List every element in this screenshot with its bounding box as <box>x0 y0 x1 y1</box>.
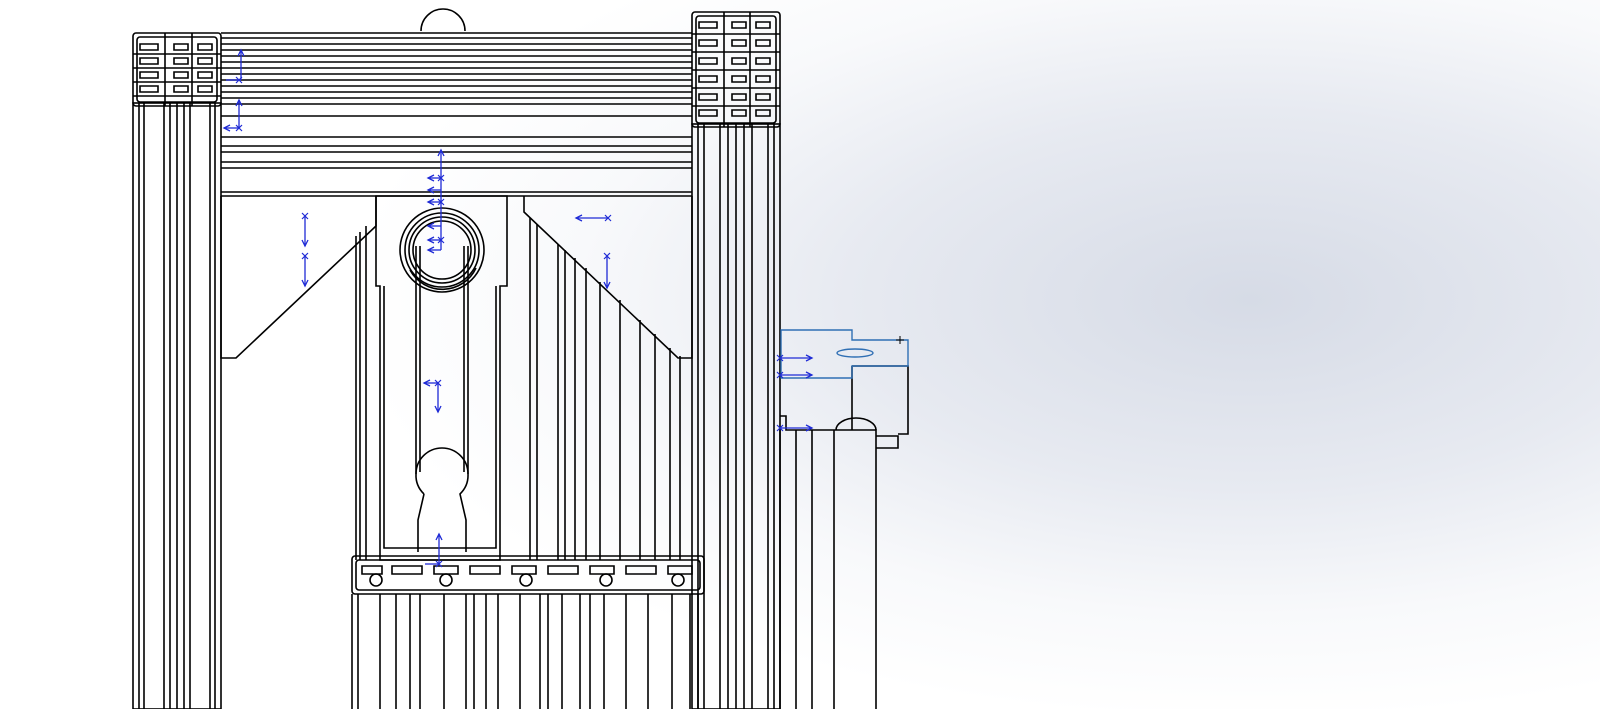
bearing-block[interactable] <box>375 195 508 561</box>
sketch-points <box>235 76 784 568</box>
dimension-arrow-icon <box>301 216 309 288</box>
left-gusset[interactable] <box>220 196 377 560</box>
top-boss[interactable] <box>420 8 466 32</box>
model-view[interactable] <box>0 0 1600 709</box>
origin-icon <box>896 336 904 344</box>
assembly-model[interactable] <box>132 8 909 709</box>
right-extrusion-profile[interactable] <box>691 11 781 128</box>
dimension-arrow-icon <box>226 48 245 81</box>
left-extrusion-profile[interactable] <box>132 32 222 107</box>
bottom-vertical-extrusion[interactable] <box>351 594 699 709</box>
right-gusset[interactable] <box>523 196 693 560</box>
selected-sketch-profile[interactable] <box>780 329 909 379</box>
graphics-viewport[interactable] <box>0 0 1600 709</box>
bottom-extrusion-profile[interactable] <box>351 555 705 595</box>
dimension-arrow-icon <box>422 379 442 414</box>
top-horizontal-extrusion[interactable] <box>221 32 692 197</box>
side-post[interactable] <box>779 365 909 709</box>
left-vertical-extrusion[interactable] <box>132 102 222 709</box>
right-vertical-extrusion[interactable] <box>691 123 781 709</box>
